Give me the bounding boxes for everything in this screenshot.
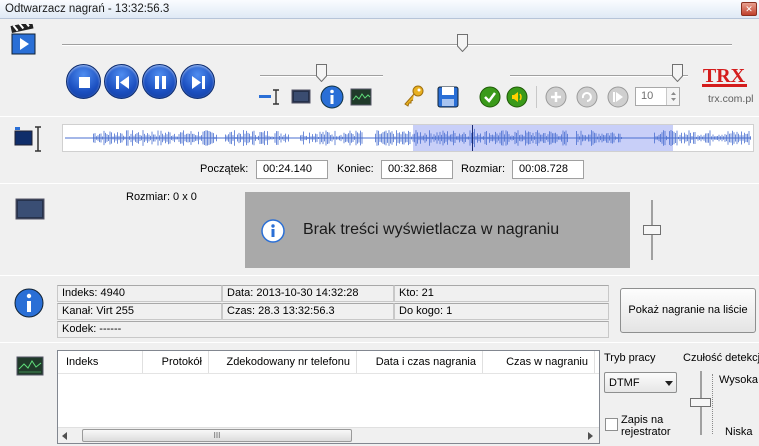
header-divider (58, 373, 599, 374)
no-display-message: Brak treści wyświetlacza w nagraniu (303, 221, 560, 238)
waveform-view[interactable] (62, 124, 754, 152)
logo-text: TRX (703, 65, 746, 87)
size-label: Rozmiar: (461, 163, 506, 175)
start-label: Początek: (200, 163, 249, 175)
close-icon: ✕ (745, 4, 753, 14)
count-spinner[interactable]: 10 (635, 87, 680, 106)
record-checkbox[interactable] (605, 418, 618, 431)
mode-select[interactable]: DTMF (604, 372, 677, 393)
display-icon (15, 197, 45, 223)
stop-icon (79, 77, 90, 88)
column-header-index[interactable]: Indeks (58, 351, 143, 373)
skip-back-icon (116, 76, 129, 89)
sensitivity-high-label: Wysoka (719, 374, 759, 386)
to-whom-cell: Do kogo: 1 (394, 303, 609, 320)
skip-forward-icon (192, 76, 205, 89)
column-header-time-in-recording[interactable]: Czas w nagraniu (483, 351, 595, 373)
column-header-datetime[interactable]: Data i czas nagrania (357, 351, 483, 373)
display-screen: Brak treści wyświetlacza w nagraniu (245, 192, 630, 268)
who-cell: Kto: 21 (394, 285, 609, 302)
chevron-down-icon (665, 381, 673, 386)
divider (0, 275, 759, 276)
date-cell: Data: 2013-10-30 14:32:28 (222, 285, 394, 302)
window-title: Odtwarzacz nagrań - 13:32:56.3 (5, 3, 170, 15)
spectrum-icon[interactable] (350, 86, 372, 108)
sensitivity-slider-thumb[interactable] (690, 398, 711, 407)
size-time-field[interactable]: 00:08.728 (512, 160, 584, 179)
codec-cell: Kodek: ------ (57, 321, 609, 338)
recording-info-icon (14, 288, 44, 318)
zoom-slider-thumb[interactable] (643, 225, 661, 235)
scroll-right-icon[interactable] (586, 432, 594, 440)
checkbox-label-line2: rejestrator (621, 426, 671, 438)
column-header-phone[interactable]: Zdekodowany nr telefonu (209, 351, 357, 373)
sensitivity-ticks (712, 374, 713, 434)
end-label: Koniec: (337, 163, 374, 175)
stop-button[interactable] (66, 64, 101, 99)
divider (0, 116, 759, 117)
scroll-left-icon[interactable] (61, 432, 69, 440)
position-slider-track[interactable] (62, 44, 732, 46)
volume-slider-thumb[interactable] (671, 64, 683, 82)
spinner-arrows[interactable] (666, 88, 679, 105)
checkbox-label-line1: Zapis na (621, 414, 664, 426)
time-cell: Czas: 28.3 13:32:56.3 (222, 303, 394, 320)
end-time-field[interactable]: 00:32.868 (381, 160, 453, 179)
trx-logo: TRX (702, 62, 747, 88)
volume-slider-track[interactable] (510, 75, 688, 77)
channel-cell: Kanał: Virt 255 (57, 303, 222, 320)
monitor-icon[interactable] (290, 86, 312, 108)
display-size-label: Rozmiar: 0 x 0 (126, 191, 197, 203)
loop-icon[interactable] (575, 85, 599, 109)
info-circle-icon (261, 219, 285, 243)
speaker-icon[interactable] (505, 85, 529, 109)
play-from-icon[interactable] (606, 85, 630, 109)
sensitivity-low-label: Niska (725, 426, 753, 438)
display-size-panel: Rozmiar: 0 x 0 (62, 189, 242, 265)
mode-value: DTMF (609, 377, 640, 389)
detection-icon (16, 355, 44, 377)
show-on-list-button[interactable]: Pokaż nagranie na liście (620, 288, 756, 333)
clapperboard-icon (9, 20, 39, 56)
spinner-value: 10 (641, 90, 654, 102)
close-button[interactable]: ✕ (741, 2, 757, 16)
scroll-thumb[interactable]: III (82, 429, 352, 442)
position-slider-thumb[interactable] (457, 34, 469, 52)
save-icon[interactable] (436, 85, 460, 109)
mode-label: Tryb pracy (604, 352, 656, 364)
pause-button[interactable] (142, 64, 177, 99)
pause-icon (155, 76, 166, 89)
start-time-field[interactable]: 00:24.140 (256, 160, 328, 179)
toolbar-separator (536, 86, 537, 108)
info-icon[interactable] (320, 85, 344, 109)
add-icon[interactable] (544, 85, 568, 109)
waveform (65, 128, 751, 148)
title-bar: Odtwarzacz nagrań - 13:32:56.3 ✕ (0, 0, 759, 19)
waveform-editor-icon (12, 124, 42, 154)
sensitivity-label: Czułość detekcji (683, 352, 759, 364)
previous-button[interactable] (104, 64, 139, 99)
key-icon[interactable] (402, 84, 426, 108)
next-button[interactable] (180, 64, 215, 99)
speed-slider-thumb[interactable] (316, 64, 327, 82)
brand-url: trx.com.pl (708, 93, 754, 105)
divider (0, 342, 759, 343)
checkmark-icon[interactable] (478, 85, 502, 109)
marker-icon[interactable] (258, 86, 280, 108)
column-header-protocol[interactable]: Protokół (143, 351, 209, 373)
index-cell: Indeks: 4940 (57, 285, 222, 302)
detections-table[interactable]: Indeks Protokół Zdekodowany nr telefonu … (57, 350, 600, 444)
playhead[interactable] (472, 125, 473, 151)
horizontal-scrollbar[interactable]: III (58, 427, 599, 443)
divider (0, 183, 759, 184)
